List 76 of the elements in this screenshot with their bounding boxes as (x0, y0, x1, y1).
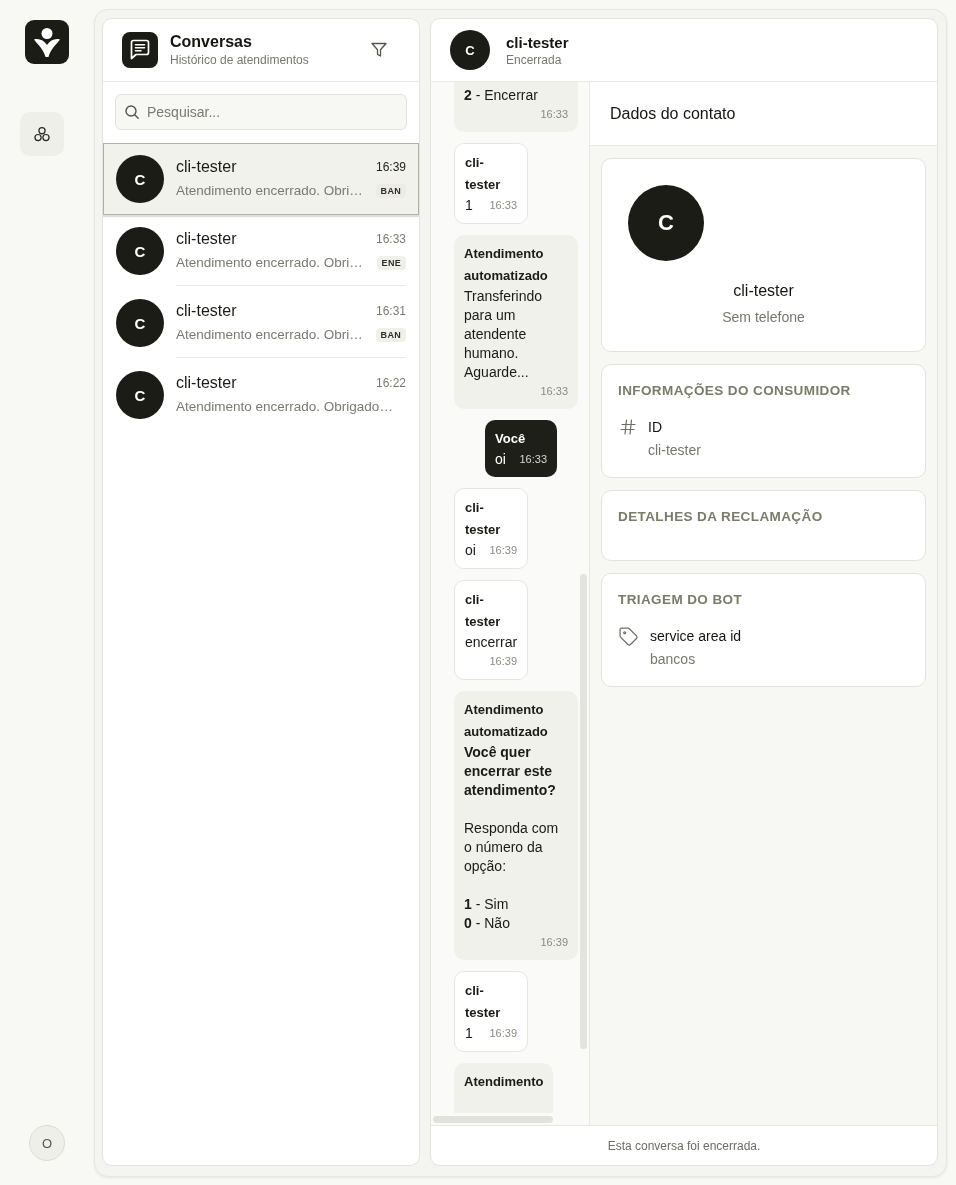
sender-name: Você (495, 430, 527, 448)
field-label: service area id (650, 627, 742, 646)
sender-name: Atendimento automatizado (464, 245, 549, 285)
message-text: oi (495, 450, 506, 469)
contact-avatar: C (116, 155, 164, 203)
conversation-status: Encerrada (506, 51, 562, 68)
logo-icon (25, 20, 69, 64)
section-heading: DETALHES DA RECLAMAÇÃO (618, 509, 823, 525)
message-text: 2 - Encerrar (464, 86, 538, 105)
nav-button[interactable] (20, 112, 64, 156)
message-text: 1 (465, 1024, 473, 1043)
message-time: 16:33 (489, 198, 517, 213)
message-text: Transferindo para um atendente humano. Aguarde... (464, 287, 544, 382)
message-time: 16:39 (540, 935, 568, 950)
search-icon (125, 105, 139, 119)
contact-name: cli-tester (176, 373, 237, 393)
contact-avatar: C (450, 30, 490, 70)
contact-name: cli-tester (176, 229, 237, 249)
contact-avatar: C (628, 185, 704, 261)
message-preview: Atendimento encerrado. Obri… (176, 254, 363, 272)
message-text: oi (465, 541, 476, 560)
message-preview: Atendimento encerrado. Obri… (176, 326, 363, 344)
conversation-item[interactable]: C cli-tester 16:33 Atendimento encerrado. Obri… ENE (103, 215, 419, 287)
message-time: 16:39 (489, 654, 517, 669)
panel-title: Conversas (170, 32, 252, 52)
sender-name: cli-tester (465, 591, 502, 631)
hash-icon (620, 419, 636, 435)
search-field[interactable]: Pesquisar... (115, 94, 407, 130)
message-time: 16:33 (540, 384, 568, 399)
field-value: bancos (650, 650, 696, 669)
message-icon (122, 32, 158, 68)
sender-name: Atendimento automatizado (464, 701, 549, 741)
conversation-item[interactable]: C cli-tester 16:39 Atendimento encerrado. Obri… BAN (103, 143, 419, 215)
panel-title: Dados do contato (610, 104, 736, 123)
contact-name: cli-tester (176, 301, 237, 321)
message-time: 16:31 (375, 304, 406, 318)
contact-name: cli-tester (176, 157, 237, 177)
tag-icon (619, 627, 638, 646)
message-text: encerrar (465, 633, 517, 652)
sender-name: Atendimento (464, 1073, 544, 1091)
sender-name: cli-tester (465, 154, 502, 194)
category-tag: BAN (375, 184, 406, 198)
message-time: 16:33 (375, 232, 406, 246)
message-preview: Atendimento encerrado. Obrigado… (176, 398, 393, 416)
field-label: ID (648, 418, 662, 437)
message-time: 16:33 (519, 452, 547, 467)
contact-name: cli-tester (506, 32, 569, 52)
message-text: 1 (465, 196, 473, 215)
sender-name: cli-tester (465, 499, 502, 539)
contact-name: cli-tester (733, 281, 794, 301)
section-heading: TRIAGEM DO BOT (618, 592, 743, 608)
contact-phone: Sem telefone (722, 308, 805, 326)
panel-subtitle: Histórico de atendimentos (170, 52, 309, 68)
message-time: 16:39 (489, 543, 517, 558)
vertical-scrollbar[interactable] (580, 574, 587, 1049)
message-text: Você quer encerrar este atendimento? Responda com o número da opção: 1 - Sim 0 - Não (464, 743, 560, 933)
contact-avatar: C (116, 299, 164, 347)
message-time: 16:33 (540, 107, 568, 122)
contact-avatar: C (116, 371, 164, 419)
closed-notice: Esta conversa foi encerrada. (607, 1138, 761, 1153)
contact-avatar: C (116, 227, 164, 275)
message-time: 16:22 (375, 376, 406, 390)
sender-name: cli-tester (465, 982, 502, 1022)
message-time: 16:39 (489, 1026, 517, 1041)
category-tag: ENE (376, 256, 406, 270)
field-value: cli-tester (648, 441, 701, 460)
conversation-item[interactable]: C cli-tester 16:22 Atendimento encerrado. Obrigado… (103, 359, 419, 431)
message-preview: Atendimento encerrado. Obri… (176, 182, 363, 200)
circles-icon (34, 126, 50, 142)
category-tag: BAN (375, 328, 406, 342)
section-heading: INFORMAÇÕES DO CONSUMIDOR (618, 383, 851, 399)
user-avatar[interactable]: O (29, 1125, 65, 1161)
filter-icon (371, 42, 387, 58)
message-time: 16:39 (375, 160, 406, 174)
horizontal-scrollbar[interactable] (433, 1115, 553, 1123)
conversation-item[interactable]: C cli-tester 16:31 Atendimento encerrado. Obri… BAN (103, 287, 419, 359)
